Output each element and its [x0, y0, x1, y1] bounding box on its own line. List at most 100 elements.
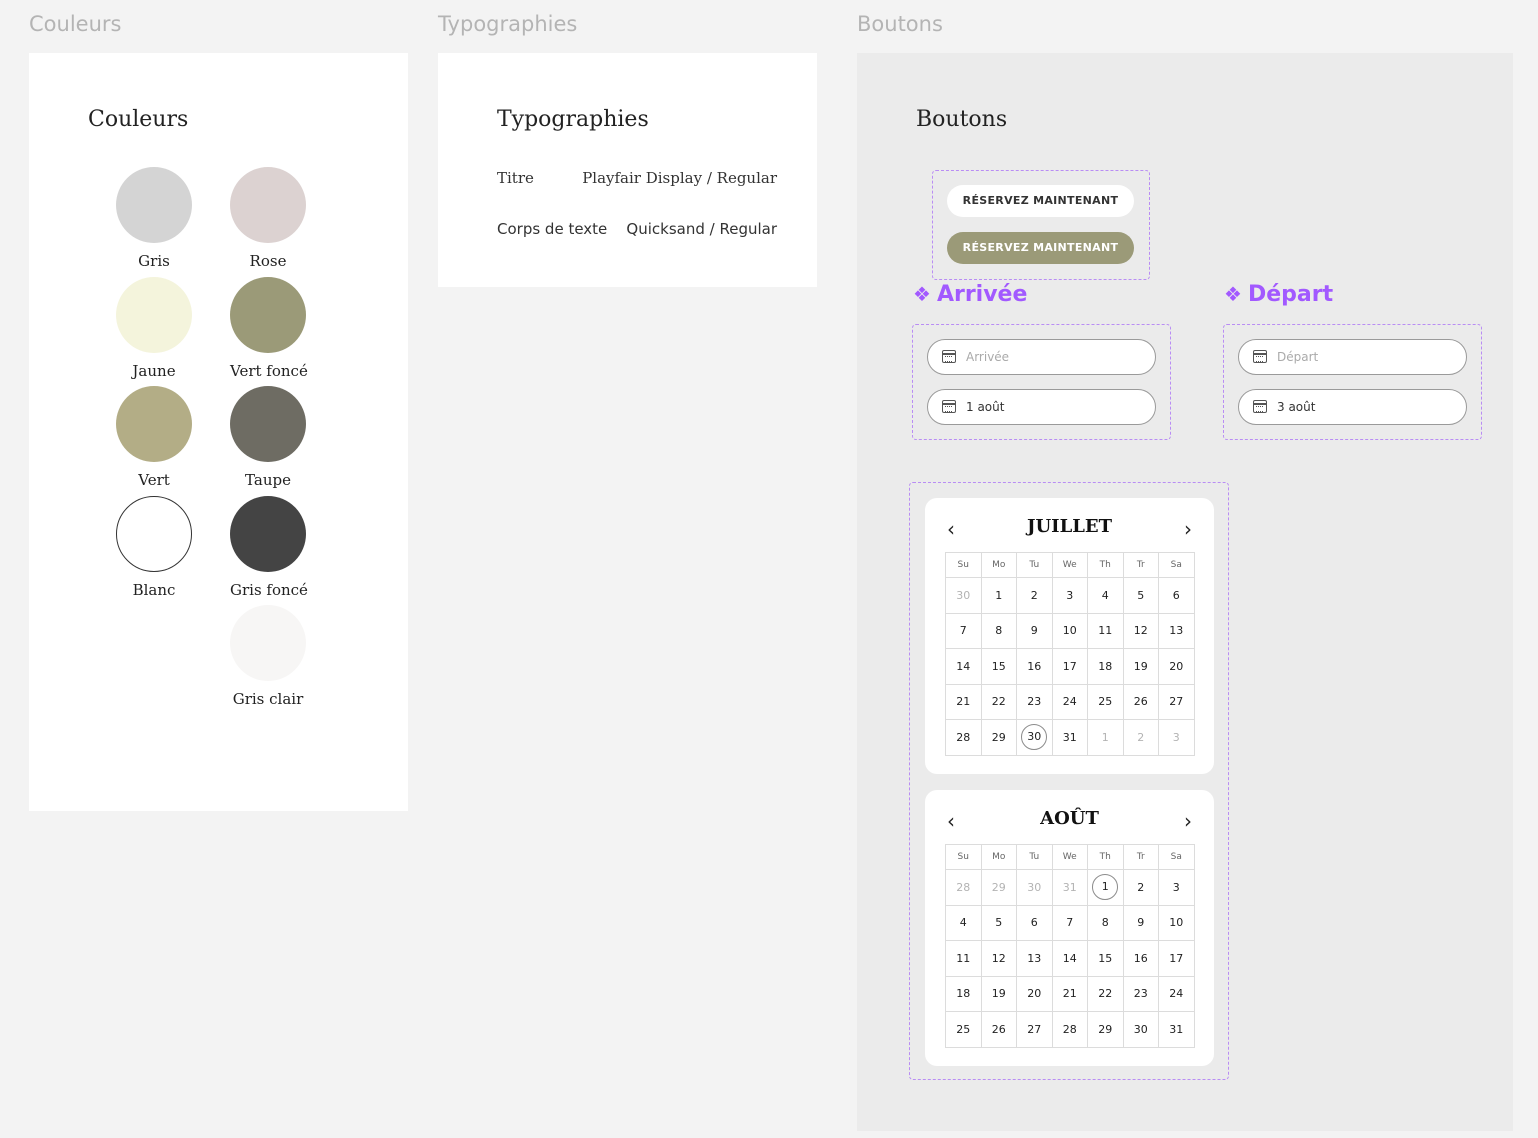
chevron-right-icon[interactable]: ›	[1184, 811, 1192, 831]
swatch-vert[interactable]: Vert	[116, 386, 192, 489]
calendar-day[interactable]: 3	[1158, 719, 1195, 756]
calendar-day[interactable]: 5	[980, 904, 1017, 941]
calendar-day[interactable]: 23	[1122, 975, 1159, 1012]
calendar-day[interactable]: 13	[1016, 940, 1053, 977]
reserve-now-button-green[interactable]: RÉSERVEZ MAINTENANT	[947, 232, 1134, 264]
swatch-taupe[interactable]: Taupe	[230, 386, 306, 489]
calendar-day[interactable]: 21	[945, 683, 982, 720]
calendar-day[interactable]: 22	[1087, 975, 1124, 1012]
calendar-day[interactable]: 3	[1158, 869, 1195, 906]
calendar-day[interactable]: 9	[1122, 904, 1159, 941]
calendar-day[interactable]: 25	[945, 1011, 982, 1048]
calendar-day[interactable]: 30	[1122, 1011, 1159, 1048]
calendar-day[interactable]: 12	[980, 940, 1017, 977]
calendar-day[interactable]: 14	[945, 648, 982, 685]
calendar-day[interactable]: 26	[980, 1011, 1017, 1048]
calendar-day[interactable]: 8	[1087, 904, 1124, 941]
typography-name: Corps de texte	[497, 220, 608, 238]
calendar-day[interactable]: 24	[1051, 683, 1088, 720]
calendar-day[interactable]: 12	[1122, 612, 1159, 649]
calendar-day[interactable]: 16	[1016, 648, 1053, 685]
calendar-day[interactable]: 14	[1051, 940, 1088, 977]
swatch-rose[interactable]: Rose	[230, 167, 306, 270]
calendar-day[interactable]: 19	[1122, 648, 1159, 685]
calendar-day[interactable]: 29	[980, 869, 1017, 906]
calendar-day[interactable]: 2	[1122, 869, 1159, 906]
typography-frame[interactable]: Typographies Titre Playfair Display / Re…	[438, 53, 817, 287]
calendar-day[interactable]: 22	[980, 683, 1017, 720]
calendar-icon	[942, 350, 956, 363]
calendar-week-row: 28 29 30 31 1 2 3	[945, 869, 1195, 906]
frame-label-typography[interactable]: Typographies	[438, 12, 577, 36]
frame-label-colors[interactable]: Couleurs	[29, 12, 121, 36]
calendar-day[interactable]: 4	[1087, 577, 1124, 614]
calendar-day[interactable]: 15	[980, 648, 1017, 685]
calendar-day[interactable]: 19	[980, 975, 1017, 1012]
reserve-now-button-white[interactable]: RÉSERVEZ MAINTENANT	[947, 185, 1134, 217]
calendar-day[interactable]: 18	[945, 975, 982, 1012]
chevron-right-icon[interactable]: ›	[1184, 519, 1192, 539]
calendar-day[interactable]: 13	[1158, 612, 1195, 649]
calendar-day[interactable]: 18	[1087, 648, 1124, 685]
calendar-day[interactable]: 20	[1016, 975, 1053, 1012]
arrival-input-empty[interactable]: Arrivée	[927, 339, 1156, 375]
calendar-day[interactable]: 4	[945, 904, 982, 941]
swatch-gris[interactable]: Gris	[116, 167, 192, 270]
calendar-day[interactable]: 17	[1158, 940, 1195, 977]
calendar-day[interactable]: 31	[1051, 869, 1088, 906]
swatch-vert-fonce[interactable]: Vert foncé	[230, 277, 308, 380]
calendar-day[interactable]: 27	[1158, 683, 1195, 720]
calendar-day[interactable]: 21	[1051, 975, 1088, 1012]
calendar-day[interactable]: 10	[1158, 904, 1195, 941]
calendar-day[interactable]: 28	[945, 719, 982, 756]
calendar-day[interactable]: 11	[945, 940, 982, 977]
calendar-day[interactable]: 28	[945, 869, 982, 906]
calendar-week-row: 18 19 20 21 22 23 24	[945, 975, 1195, 1012]
calendar-day[interactable]: 7	[1051, 904, 1088, 941]
calendar-day[interactable]: 7	[945, 612, 982, 649]
calendar-day[interactable]: 15	[1087, 940, 1124, 977]
frame-label-buttons[interactable]: Boutons	[857, 12, 943, 36]
calendar-day[interactable]: 27	[1016, 1011, 1053, 1048]
swatch-jaune[interactable]: Jaune	[116, 277, 192, 380]
calendar-day[interactable]: 26	[1122, 683, 1159, 720]
calendar-day[interactable]: 28	[1051, 1011, 1088, 1048]
calendar-day[interactable]: 25	[1087, 683, 1124, 720]
calendar-day[interactable]: 31	[1158, 1011, 1195, 1048]
calendar-day[interactable]: 1	[980, 577, 1017, 614]
calendar-day[interactable]: 3	[1051, 577, 1088, 614]
calendar-day[interactable]: 1	[1087, 869, 1124, 906]
calendar-day[interactable]: 2	[1016, 577, 1053, 614]
calendar-day[interactable]: 6	[1016, 904, 1053, 941]
calendar-day[interactable]: 30	[1016, 869, 1053, 906]
departure-input-filled[interactable]: 3 août	[1238, 389, 1467, 425]
colors-frame[interactable]: Couleurs Gris Rose Jaune Vert foncé Vert…	[29, 53, 408, 811]
calendar-day[interactable]: 5	[1122, 577, 1159, 614]
calendar-day[interactable]: 24	[1158, 975, 1195, 1012]
calendar-day[interactable]: 11	[1087, 612, 1124, 649]
calendar-day[interactable]: 1	[1087, 719, 1124, 756]
calendar-day[interactable]: 17	[1051, 648, 1088, 685]
swatch-blanc[interactable]: Blanc	[116, 496, 192, 599]
swatch-gris-fonce[interactable]: Gris foncé	[230, 496, 308, 599]
swatch-gris-clair[interactable]: Gris clair	[230, 605, 306, 708]
calendar-day[interactable]: 9	[1016, 612, 1053, 649]
calendar-day[interactable]: 2	[1122, 719, 1159, 756]
calendar-day[interactable]: 8	[980, 612, 1017, 649]
calendar-day[interactable]: 29	[1087, 1011, 1124, 1048]
arrival-input-filled[interactable]: 1 août	[927, 389, 1156, 425]
departure-placeholder: Départ	[1277, 350, 1319, 364]
calendar-day[interactable]: 29	[980, 719, 1017, 756]
buttons-frame[interactable]: Boutons RÉSERVEZ MAINTENANT RÉSERVEZ MAI…	[857, 53, 1513, 1131]
component-diamond-icon: ❖	[1224, 282, 1242, 306]
calendar-day[interactable]: 30	[1016, 719, 1053, 756]
calendar-day[interactable]: 16	[1122, 940, 1159, 977]
typography-value: Quicksand / Regular	[626, 220, 777, 238]
calendar-day[interactable]: 23	[1016, 683, 1053, 720]
calendar-day[interactable]: 31	[1051, 719, 1088, 756]
calendar-day[interactable]: 6	[1158, 577, 1195, 614]
departure-input-empty[interactable]: Départ	[1238, 339, 1467, 375]
calendar-day[interactable]: 20	[1158, 648, 1195, 685]
calendar-day[interactable]: 30	[945, 577, 982, 614]
calendar-day[interactable]: 10	[1051, 612, 1088, 649]
